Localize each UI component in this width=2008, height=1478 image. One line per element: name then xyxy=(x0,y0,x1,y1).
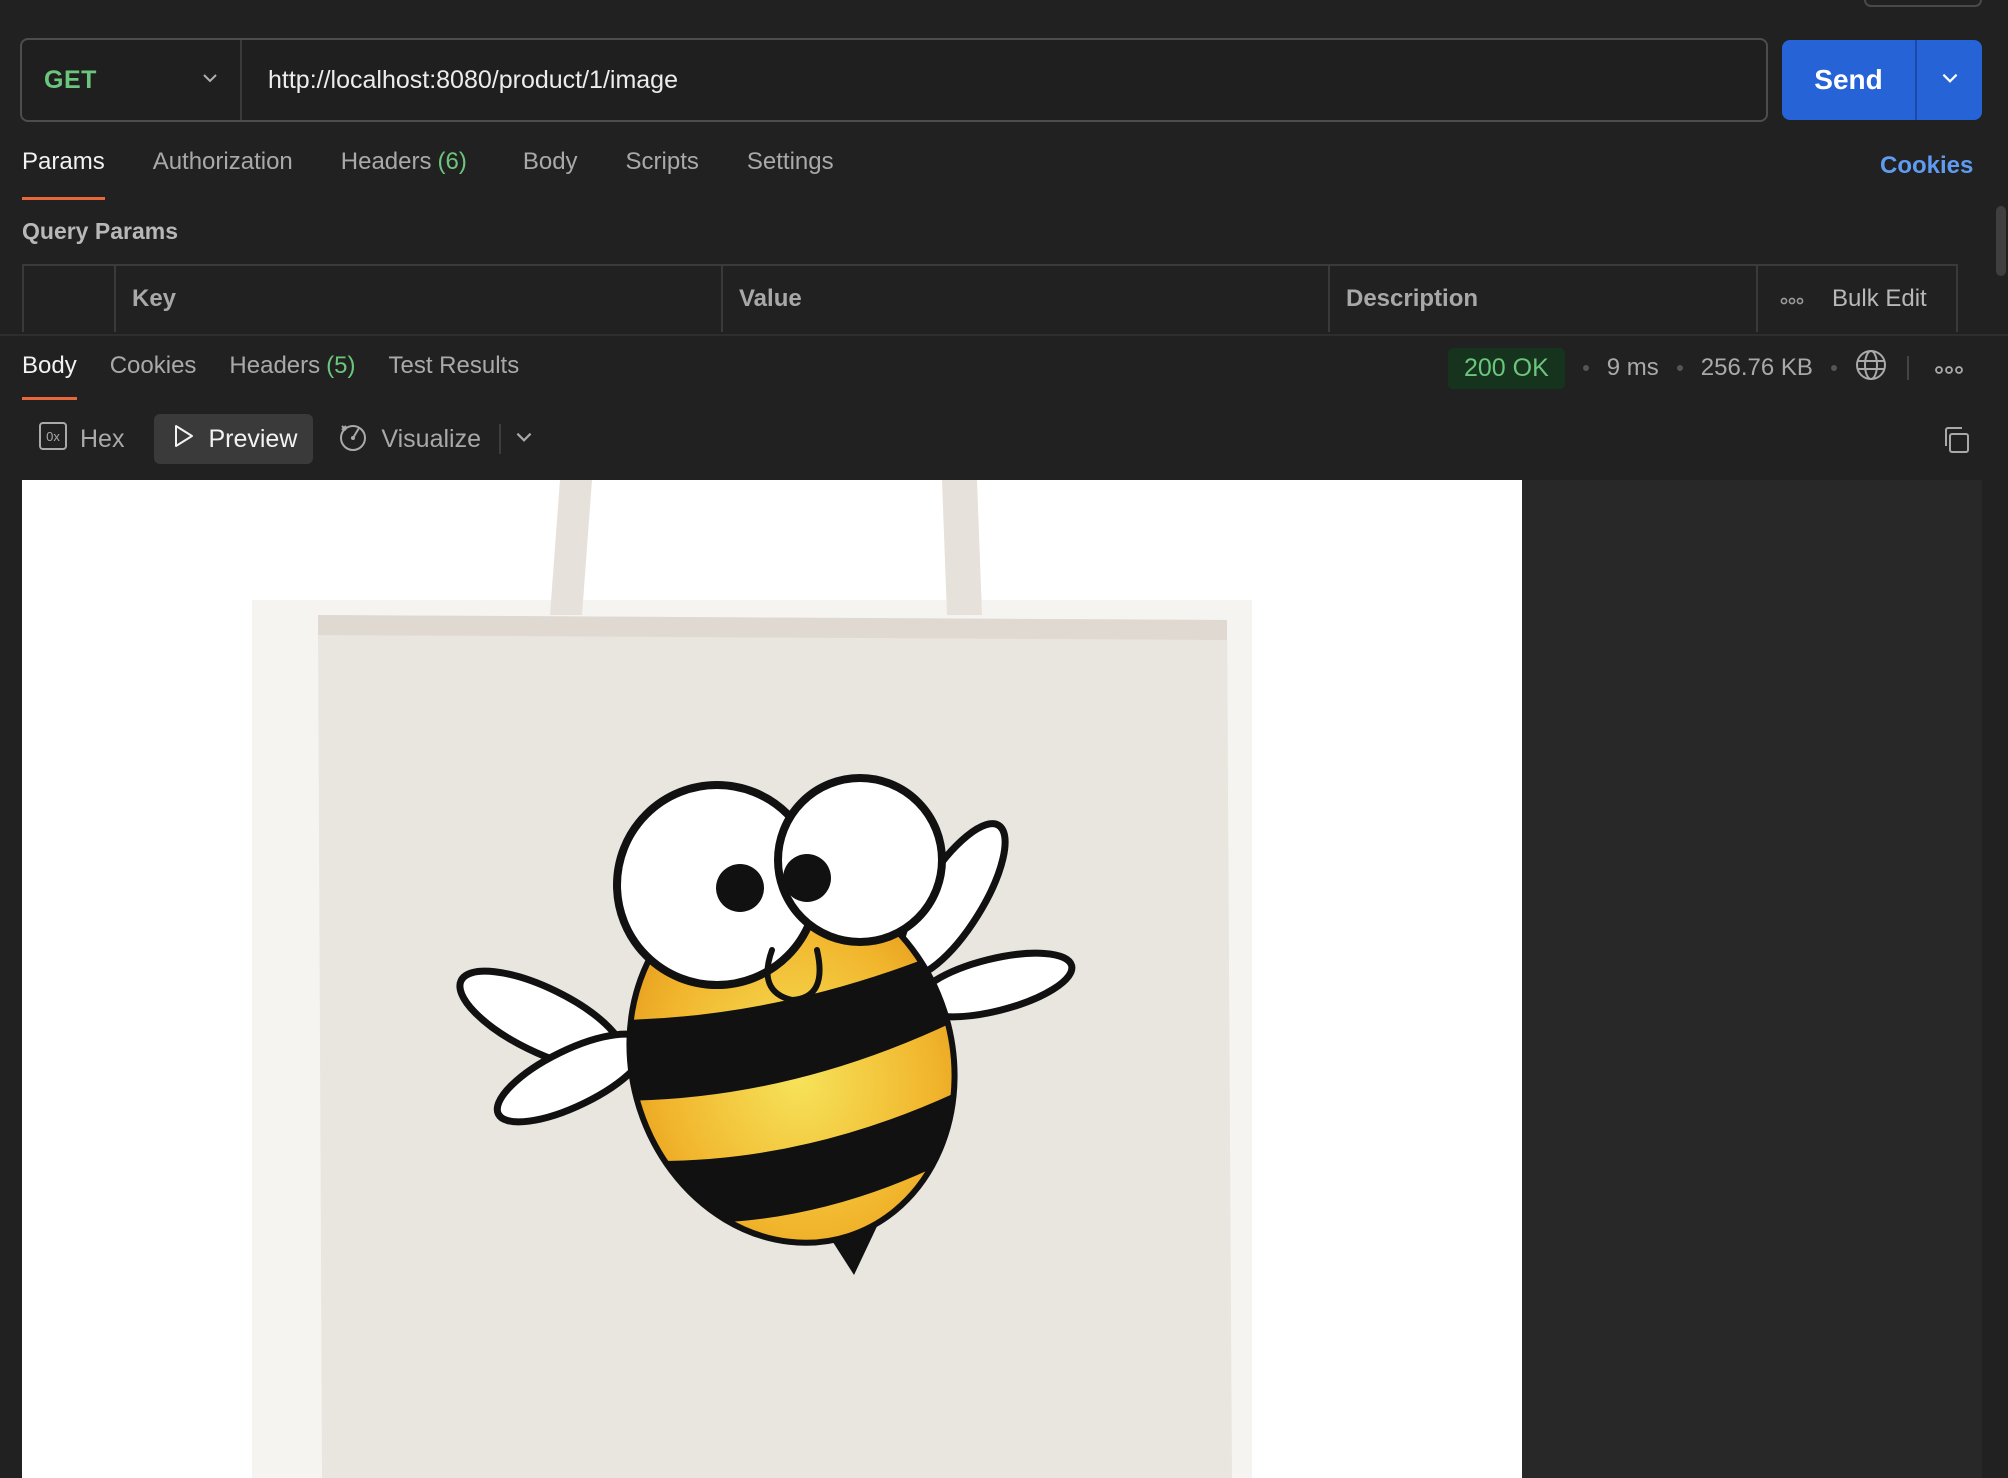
tab-params[interactable]: Params xyxy=(22,148,105,200)
url-input[interactable] xyxy=(242,40,1766,120)
tab-label: Headers xyxy=(229,352,321,379)
send-group: Send xyxy=(1782,40,1982,120)
tab-label: Cookies xyxy=(109,352,197,379)
tab-response-cookies[interactable]: Cookies xyxy=(110,352,197,400)
tab-label: Headers xyxy=(340,148,432,175)
cookies-link[interactable]: Cookies xyxy=(1880,152,1973,180)
send-options-button[interactable] xyxy=(1917,40,1982,120)
tab-label: Authorization xyxy=(152,148,293,175)
tab-label: Body xyxy=(522,148,578,175)
hex-button[interactable]: 0x Hex xyxy=(22,414,140,464)
tab-response-body[interactable]: Body xyxy=(22,352,77,400)
tab-authorization[interactable]: Authorization xyxy=(153,148,293,200)
response-tabs: Body Cookies Headers (5) Test Results xyxy=(22,352,552,400)
copy-icon[interactable] xyxy=(1940,424,1972,461)
tab-label: Settings xyxy=(746,148,834,175)
response-time[interactable]: 9 ms xyxy=(1607,354,1659,382)
response-size[interactable]: 256.76 KB xyxy=(1701,354,1813,382)
headers-count: (6) xyxy=(437,148,467,175)
tab-test-results[interactable]: Test Results xyxy=(388,352,519,400)
more-icon[interactable] xyxy=(1934,354,1963,382)
scrollbar-thumb[interactable] xyxy=(1996,206,2006,276)
chevron-down-icon[interactable] xyxy=(513,426,535,453)
chevron-down-icon xyxy=(1939,67,1961,94)
tab-body[interactable]: Body xyxy=(523,148,578,200)
url-bar: GET xyxy=(20,38,1768,122)
preview-pane xyxy=(22,480,1982,1478)
response-image xyxy=(22,480,1522,1478)
status-badge[interactable]: 200 OK xyxy=(1448,347,1565,389)
hex-icon-text: 0x xyxy=(46,429,60,444)
request-tabs: Params Authorization Headers (6) Body Scr… xyxy=(22,148,882,200)
chevron-down-icon xyxy=(200,68,220,93)
pane-divider[interactable] xyxy=(0,334,2008,336)
preview-toolbar: 0x Hex Preview Visualize xyxy=(22,414,535,464)
column-actions: Bulk Edit xyxy=(1758,266,1956,332)
tab-label: Scripts xyxy=(625,148,699,175)
query-params-title: Query Params xyxy=(22,218,178,244)
tab-label: Params xyxy=(22,148,105,175)
tab-label: Body xyxy=(22,352,77,379)
hex-icon: 0x xyxy=(38,421,80,458)
method-select[interactable]: GET xyxy=(22,40,242,120)
divider xyxy=(1906,356,1909,380)
tab-headers[interactable]: Headers (6) xyxy=(341,148,467,200)
hex-label: Hex xyxy=(80,424,125,453)
column-description: Description xyxy=(1330,266,1758,332)
response-meta: 200 OK 9 ms 256.76 KB xyxy=(1448,347,1963,389)
column-key: Key xyxy=(116,266,723,332)
tote-bag-bee-illustration xyxy=(22,480,1522,1478)
tab-scripts[interactable]: Scripts xyxy=(626,148,699,200)
separator-dot xyxy=(1830,365,1837,371)
send-button[interactable]: Send xyxy=(1782,40,1917,120)
visualize-label: Visualize xyxy=(381,424,481,453)
globe-icon[interactable] xyxy=(1855,349,1887,388)
visualize-icon xyxy=(337,420,381,459)
select-column-header xyxy=(24,266,116,332)
app-window: GET Send Params Authorization Headers(6)… xyxy=(0,0,2008,1478)
top-edge-control[interactable] xyxy=(1864,0,1982,7)
more-icon[interactable] xyxy=(1780,285,1804,313)
bulk-edit-button[interactable]: Bulk Edit xyxy=(1832,285,1927,313)
tab-response-headers[interactable]: Headers (5) xyxy=(229,352,355,400)
tab-label: Test Results xyxy=(388,352,520,379)
separator-dot xyxy=(1582,365,1589,371)
params-table-header: Key Value Description Bulk Edit xyxy=(22,264,1958,332)
play-icon xyxy=(170,423,208,456)
separator-dot xyxy=(1676,365,1683,371)
preview-button[interactable]: Preview xyxy=(154,414,314,464)
preview-label: Preview xyxy=(208,424,298,453)
divider xyxy=(499,424,501,454)
tab-settings[interactable]: Settings xyxy=(747,148,834,200)
visualize-button[interactable]: Visualize xyxy=(321,414,497,464)
column-value: Value xyxy=(723,266,1330,332)
method-label: GET xyxy=(44,65,97,94)
response-headers-count: (5) xyxy=(326,352,356,379)
